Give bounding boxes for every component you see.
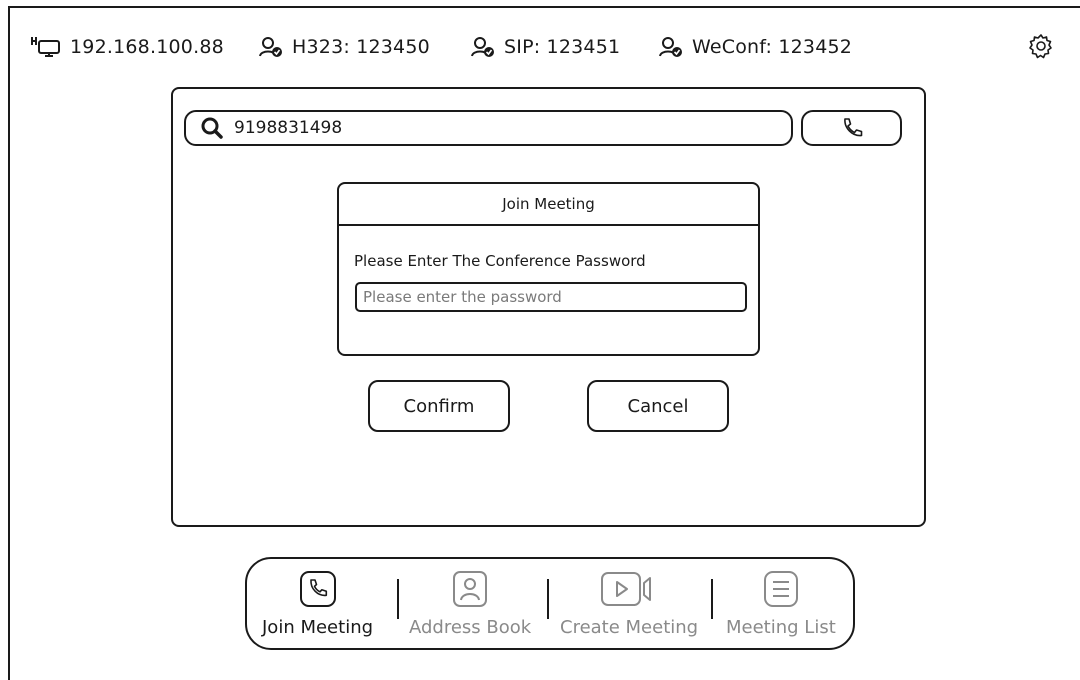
nav-divider bbox=[547, 579, 549, 619]
search-input[interactable] bbox=[234, 118, 734, 138]
bottom-nav: Join Meeting Address Book Create Meeting bbox=[245, 557, 855, 650]
nav-label: Join Meeting bbox=[262, 617, 374, 638]
network-status: 192.168.100.88 bbox=[30, 32, 224, 62]
sip-number: SIP: 123451 bbox=[504, 36, 621, 58]
sip-status: SIP: 123451 bbox=[470, 32, 620, 62]
h323-number: H323: 123450 bbox=[292, 36, 430, 58]
nav-divider bbox=[711, 579, 713, 619]
join-meeting-dialog: Join Meeting Please Enter The Conference… bbox=[337, 182, 760, 356]
nav-label: Address Book bbox=[409, 617, 532, 638]
list-icon bbox=[763, 571, 798, 607]
account-registered-icon bbox=[659, 37, 682, 57]
cancel-button[interactable]: Cancel bbox=[587, 380, 729, 432]
search-icon bbox=[201, 117, 223, 139]
account-registered-icon bbox=[259, 37, 282, 57]
gear-icon[interactable] bbox=[1027, 32, 1055, 60]
ip-address: 192.168.100.88 bbox=[70, 36, 224, 58]
nav-label: Meeting List bbox=[726, 617, 836, 638]
nav-create-meeting[interactable]: Create Meeting bbox=[560, 569, 698, 638]
password-field[interactable] bbox=[355, 282, 747, 312]
nav-label: Create Meeting bbox=[560, 617, 699, 638]
video-icon bbox=[601, 572, 652, 606]
nav-join-meeting[interactable]: Join Meeting bbox=[262, 569, 373, 638]
call-button[interactable] bbox=[801, 110, 902, 146]
nav-divider bbox=[397, 579, 399, 619]
h323-status: H323: 123450 bbox=[258, 32, 430, 62]
network-icon bbox=[31, 37, 60, 57]
contact-icon bbox=[453, 571, 488, 607]
confirm-button[interactable]: Confirm bbox=[368, 380, 510, 432]
weconf-number: WeConf: 123452 bbox=[692, 36, 853, 58]
password-label: Please Enter The Conference Password bbox=[354, 252, 646, 270]
phone-icon bbox=[299, 571, 336, 607]
account-registered-icon bbox=[471, 37, 494, 57]
nav-address-book[interactable]: Address Book bbox=[409, 569, 531, 638]
search-bar[interactable] bbox=[184, 110, 793, 146]
dialog-title: Join Meeting bbox=[339, 184, 758, 226]
weconf-status: WeConf: 123452 bbox=[658, 32, 852, 62]
nav-meeting-list[interactable]: Meeting List bbox=[726, 569, 836, 638]
phone-icon bbox=[843, 118, 862, 137]
